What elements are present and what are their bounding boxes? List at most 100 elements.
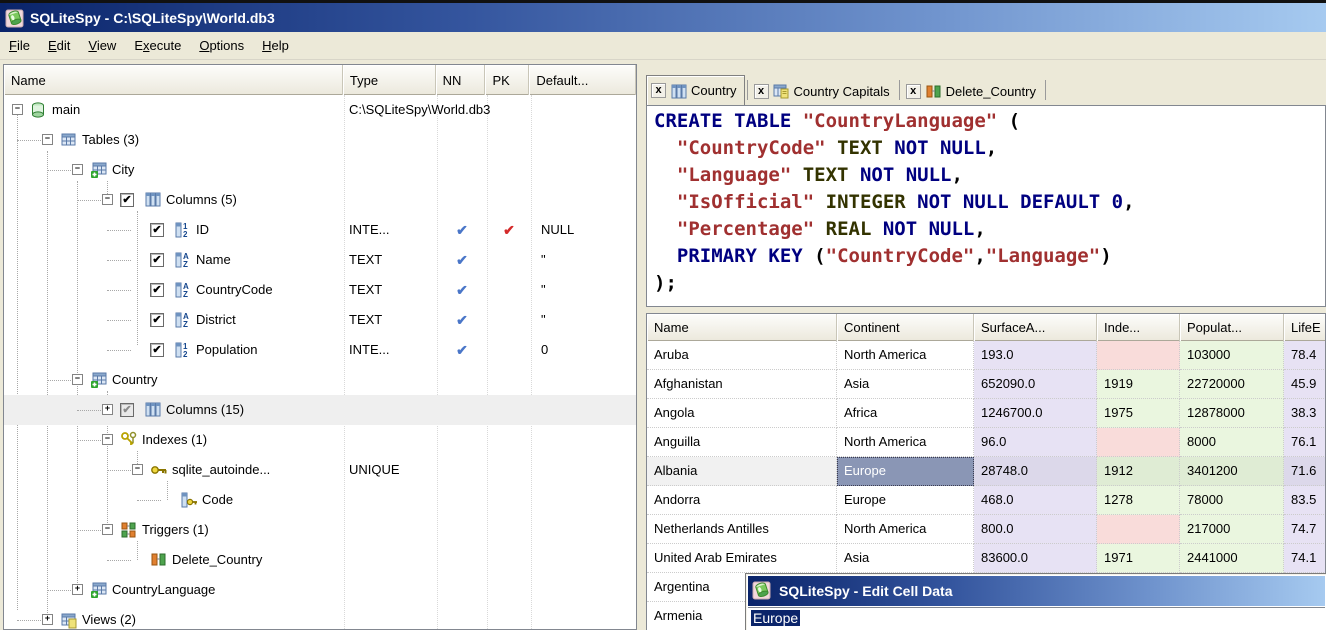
grid-cell[interactable]: Asia (837, 544, 974, 573)
grid-cell[interactable]: 652090.0 (974, 370, 1097, 399)
grid-cell[interactable]: 800.0 (974, 515, 1097, 544)
tab-close-icon[interactable]: x (906, 84, 921, 99)
tree-row-columns-5[interactable]: −✔Columns (5) (4, 185, 636, 215)
grid-cell[interactable]: Africa (837, 399, 974, 428)
expand-icon[interactable]: + (42, 614, 53, 625)
grid-cell[interactable]: 74.7 (1284, 515, 1326, 544)
expand-icon[interactable]: + (102, 404, 113, 415)
tree-row-city[interactable]: −City (4, 155, 636, 185)
grid-cell[interactable] (1097, 341, 1180, 370)
grid-cell[interactable]: 1919 (1097, 370, 1180, 399)
tree-row-code[interactable]: Code (4, 485, 636, 515)
grid-cell[interactable]: 1246700.0 (974, 399, 1097, 428)
tree-row-columns-15[interactable]: +✔Columns (15) (4, 395, 636, 425)
tree-row-country[interactable]: −Country (4, 365, 636, 395)
collapse-icon[interactable]: − (132, 464, 143, 475)
tree-checkbox[interactable]: ✔ (150, 253, 164, 267)
grid-cell[interactable]: 28748.0 (974, 457, 1097, 486)
tab-country[interactable]: xCountry (646, 75, 745, 105)
grid-cell[interactable]: 468.0 (974, 486, 1097, 515)
tree-header-type[interactable]: Type (343, 65, 436, 95)
grid-cell[interactable]: 22720000 (1180, 370, 1284, 399)
tree-checkbox[interactable]: ✔ (120, 403, 134, 417)
grid-cell[interactable]: 83600.0 (974, 544, 1097, 573)
panel-splitter[interactable] (637, 60, 646, 630)
tree-row-countrycode[interactable]: ✔AZCountryCodeTEXT✔" (4, 275, 636, 305)
grid-cell[interactable]: North America (837, 341, 974, 370)
tree-row-population[interactable]: ✔12PopulationINTE...✔0 (4, 335, 636, 365)
menu-view[interactable]: View (79, 34, 125, 57)
grid-cell[interactable]: 8000 (1180, 428, 1284, 457)
grid-cell[interactable]: 1912 (1097, 457, 1180, 486)
grid-cell[interactable]: 2441000 (1180, 544, 1284, 573)
grid-header-name[interactable]: Name (647, 314, 837, 341)
grid-cell[interactable]: Netherlands Antilles (647, 515, 837, 544)
tree-row-name[interactable]: ✔AZNameTEXT✔" (4, 245, 636, 275)
grid-cell[interactable]: 74.1 (1284, 544, 1326, 573)
grid-cell[interactable]: United Arab Emirates (647, 544, 837, 573)
menu-help[interactable]: Help (253, 34, 298, 57)
tree-row-triggers-1[interactable]: −Triggers (1) (4, 515, 636, 545)
tree-header-nn[interactable]: NN (436, 65, 486, 95)
collapse-icon[interactable]: − (72, 374, 83, 385)
tree-checkbox[interactable]: ✔ (150, 283, 164, 297)
grid-cell[interactable]: Angola (647, 399, 837, 428)
grid-cell-selected[interactable]: Europe (837, 457, 974, 486)
tab-close-icon[interactable]: x (651, 83, 666, 98)
grid-cell[interactable]: 103000 (1180, 341, 1284, 370)
tree-row-sqlite_autoinde[interactable]: −sqlite_autoinde...UNIQUE (4, 455, 636, 485)
tree-row-district[interactable]: ✔AZDistrictTEXT✔" (4, 305, 636, 335)
grid-cell[interactable]: Aruba (647, 341, 837, 370)
tree-header-default[interactable]: Default... (529, 65, 636, 95)
collapse-icon[interactable]: − (102, 194, 113, 205)
tree-row-countrylanguage[interactable]: +CountryLanguage (4, 575, 636, 605)
grid-header-inde[interactable]: Inde... (1097, 314, 1180, 341)
tab-delete_country[interactable]: xDelete_Country (902, 77, 1043, 105)
grid-cell[interactable]: 45.9 (1284, 370, 1326, 399)
tree-row-indexes-1[interactable]: −Indexes (1) (4, 425, 636, 455)
grid-cell[interactable]: 193.0 (974, 341, 1097, 370)
tree-row-delete_country[interactable]: Delete_Country (4, 545, 636, 575)
grid-cell[interactable]: 83.5 (1284, 486, 1326, 515)
grid-cell[interactable]: Andorra (647, 486, 837, 515)
menu-edit[interactable]: Edit (39, 34, 79, 57)
collapse-icon[interactable]: − (42, 134, 53, 145)
grid-cell[interactable]: Europe (837, 486, 974, 515)
grid-cell[interactable]: 1975 (1097, 399, 1180, 428)
grid-cell[interactable]: Albania (647, 457, 837, 486)
collapse-icon[interactable]: − (72, 164, 83, 175)
grid-cell[interactable]: 96.0 (974, 428, 1097, 457)
grid-cell[interactable]: 1278 (1097, 486, 1180, 515)
tree-checkbox[interactable]: ✔ (150, 313, 164, 327)
grid-cell[interactable]: 217000 (1180, 515, 1284, 544)
grid-cell[interactable] (1097, 428, 1180, 457)
sql-editor[interactable]: CREATE TABLE "CountryLanguage" ( "Countr… (646, 105, 1326, 307)
grid-cell[interactable]: 38.3 (1284, 399, 1326, 428)
tree-row-main[interactable]: −mainC:\SQLiteSpy\World.db3 (4, 95, 636, 125)
grid-cell[interactable]: Anguilla (647, 428, 837, 457)
grid-cell[interactable]: 78.4 (1284, 341, 1326, 370)
menu-execute[interactable]: Execute (125, 34, 190, 57)
grid-header-lifee[interactable]: LifeE (1284, 314, 1326, 341)
tree-checkbox[interactable]: ✔ (150, 343, 164, 357)
collapse-icon[interactable]: − (102, 434, 113, 445)
tree-row-tables-3[interactable]: −Tables (3) (4, 125, 636, 155)
grid-cell[interactable]: Afghanistan (647, 370, 837, 399)
collapse-icon[interactable]: − (12, 104, 23, 115)
grid-cell[interactable]: 12878000 (1180, 399, 1284, 428)
grid-header-populat[interactable]: Populat... (1180, 314, 1284, 341)
grid-cell[interactable]: Asia (837, 370, 974, 399)
collapse-icon[interactable]: − (102, 524, 113, 535)
grid-cell[interactable]: North America (837, 428, 974, 457)
cell-data-editor[interactable]: Europe (748, 607, 1325, 630)
tree-checkbox[interactable]: ✔ (120, 193, 134, 207)
grid-cell[interactable]: 78000 (1180, 486, 1284, 515)
grid-cell[interactable]: 71.6 (1284, 457, 1326, 486)
grid-cell[interactable]: North America (837, 515, 974, 544)
grid-header-surfacea[interactable]: SurfaceA... (974, 314, 1097, 341)
menu-file[interactable]: File (0, 34, 39, 57)
grid-cell[interactable] (1097, 515, 1180, 544)
expand-icon[interactable]: + (72, 584, 83, 595)
tree-checkbox[interactable]: ✔ (150, 223, 164, 237)
tree-row-views-2[interactable]: +Views (2) (4, 605, 636, 630)
